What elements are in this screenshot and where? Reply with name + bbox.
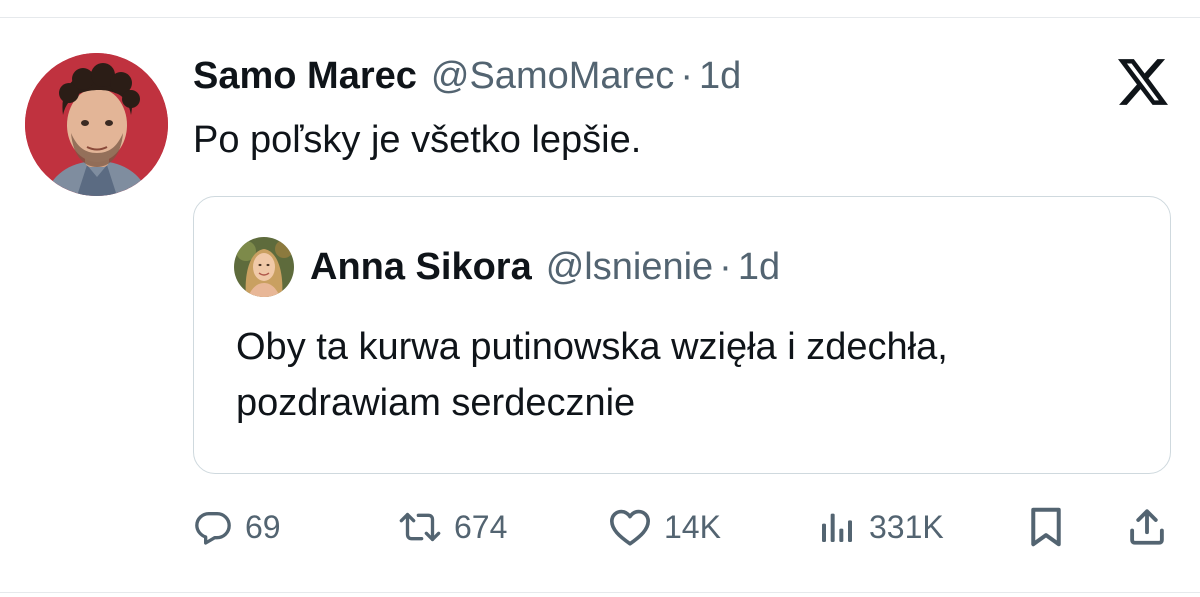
top-divider [0,17,1200,18]
like-button[interactable]: 14K [608,503,721,551]
repost-button[interactable]: 674 [398,503,507,551]
bookmark-button[interactable] [1026,503,1066,551]
author-avatar[interactable] [25,53,168,196]
views-count: 331K [869,508,944,545]
heart-icon [609,509,650,546]
quoted-author-avatar-image [234,237,294,297]
quoted-author-handle: @lsnienie [545,245,714,288]
reply-button[interactable]: 69 [193,503,281,551]
author-avatar-image [25,53,168,196]
bar-chart-icon [822,513,852,542]
x-logo-icon [1118,59,1168,105]
bottom-divider [0,592,1200,593]
speech-bubble-icon [195,511,231,545]
share-button[interactable] [1126,503,1168,551]
share-upload-icon [1130,509,1164,545]
repost-count: 674 [454,508,508,545]
quoted-author-avatar [234,237,294,297]
quoted-tweet-timestamp: 1d [737,245,781,288]
quoted-tweet-header: Anna Sikora @lsnienie · 1d [310,241,780,293]
tweet-header: Samo Marec @SamoMarec · 1d [193,50,741,102]
header-separator: · [680,54,693,97]
reply-count: 69 [245,508,281,545]
quoted-author-name: Anna Sikora [310,245,532,288]
author-name[interactable]: Samo Marec [193,55,417,98]
quoted-tweet-text: Oby ta kurwa putinowska wzięła i zdechła… [236,326,948,424]
author-handle[interactable]: @SamoMarec [431,55,674,98]
like-count: 14K [664,508,721,545]
bookmark-icon [1031,507,1061,547]
tweet-timestamp[interactable]: 1d [699,55,741,98]
views-button[interactable]: 331K [817,503,944,551]
tweet-text: Po poľsky je všetko lepšie. [193,119,642,161]
repost-arrows-icon [399,512,441,542]
quoted-tweet-card[interactable]: Anna Sikora @lsnienie · 1d Oby ta kurwa … [193,196,1171,474]
quoted-header-separator: · [719,245,732,288]
